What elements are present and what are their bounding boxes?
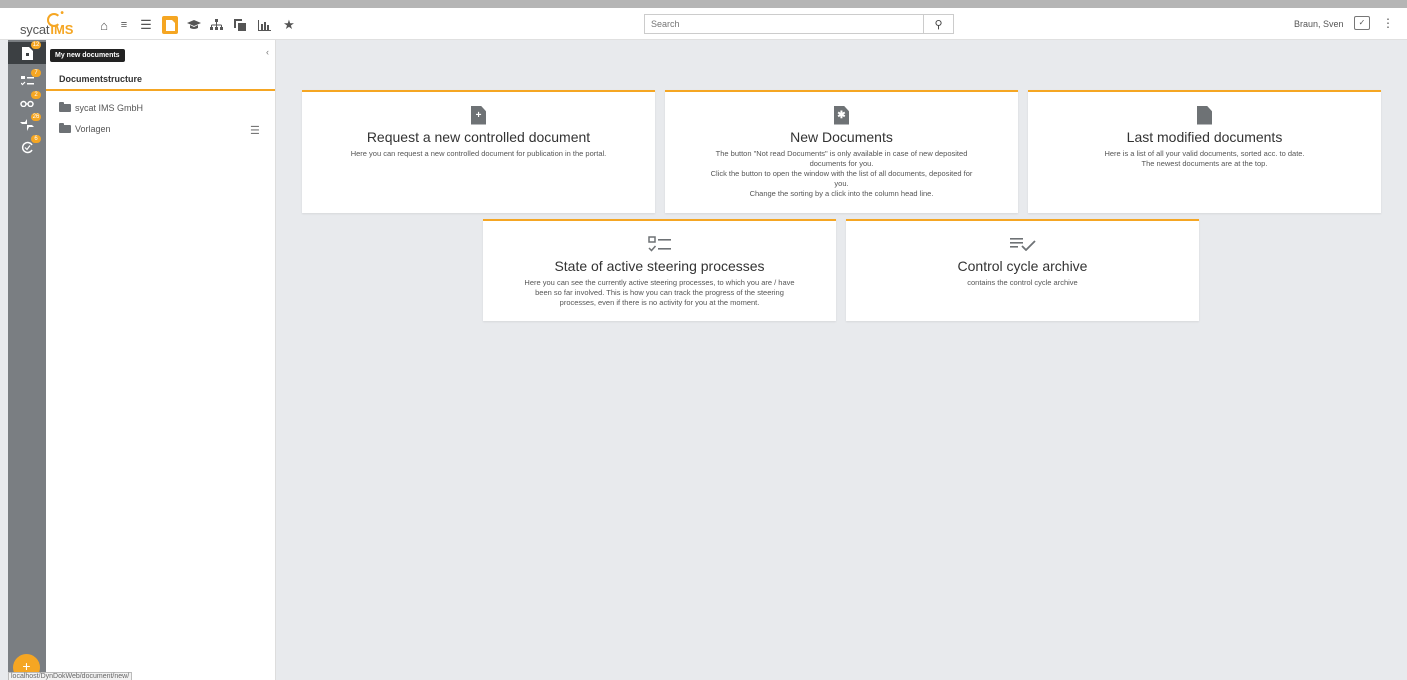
user-name[interactable]: Braun, Sven	[1294, 19, 1344, 29]
folder-label: Vorlagen	[75, 124, 111, 134]
top-bar: sycat IMS ⌂ ≡ ☰ ★ ⚲ Braun, Sven ✓ ⋮	[0, 0, 1407, 40]
document-icon[interactable]	[162, 16, 178, 34]
star-icon[interactable]: ★	[281, 17, 297, 33]
task-list-icon	[20, 76, 34, 86]
left-rail: 12 7 2 26 6	[8, 40, 46, 680]
logo[interactable]: sycat IMS	[20, 8, 73, 37]
tree-folder[interactable]: Vorlagen	[59, 123, 111, 134]
card-description-line: contains the control cycle archive	[967, 278, 1078, 287]
card-description-line: documents for you.	[809, 159, 874, 168]
glasses-icon	[20, 100, 34, 107]
document-tree-panel: ‹ Documentstructure sycat IMS GmbH Vorla…	[46, 40, 276, 680]
tree-folder[interactable]: sycat IMS GmbH	[59, 102, 144, 113]
cycle-icon	[21, 141, 33, 153]
task-list-icon[interactable]: ≡	[116, 17, 132, 33]
card-description-line: Here you can request a new controlled do…	[350, 149, 607, 158]
feedback-icon	[20, 119, 34, 131]
copy-icon[interactable]	[232, 17, 248, 33]
rail-badge: 6	[31, 135, 41, 143]
card-description-line: been so far involved. This is how you ca…	[535, 288, 784, 297]
graduation-cap-icon[interactable]	[186, 17, 202, 33]
tree-heading: Documentstructure	[59, 74, 143, 84]
rail-item-read[interactable]: 2	[8, 91, 46, 114]
card-description: Here is a list of all your valid documen…	[1028, 149, 1381, 169]
card-description: Here you can request a new controlled do…	[302, 149, 655, 159]
tree-heading-underline	[46, 89, 275, 91]
folder-icon	[59, 123, 71, 133]
card-description-line: The button "Not read Documents" is only …	[715, 149, 968, 158]
card-description-line: Click the button to open the window with…	[710, 169, 973, 178]
rail-badge: 2	[31, 91, 41, 99]
folder-icon	[59, 102, 71, 112]
card-description: The button "Not read Documents" is only …	[665, 149, 1018, 199]
card-description-line: Change the sorting by a click into the c…	[749, 189, 934, 198]
card-description-line: processes, even if there is no activity …	[559, 298, 760, 307]
card-new-documents[interactable]: ✱ New Documents The button "Not read Doc…	[665, 90, 1018, 213]
list-check-icon	[846, 233, 1199, 255]
more-vert-icon[interactable]: ⋮	[1382, 16, 1394, 30]
card-description: contains the control cycle archive	[846, 278, 1199, 288]
card-description-line: The newest documents are at the top.	[1141, 159, 1268, 168]
card-title: Request a new controlled document	[366, 129, 591, 145]
card-request-document[interactable]: + Request a new controlled document Here…	[302, 90, 655, 213]
card-control-cycle-archive[interactable]: Control cycle archive contains the contr…	[846, 219, 1199, 321]
collapse-panel-icon[interactable]: ‹	[266, 47, 269, 57]
list-view-icon[interactable]: ☰	[250, 124, 260, 137]
document-new-icon: ✱	[665, 104, 1018, 126]
rail-item-cycle[interactable]: 6	[8, 135, 46, 158]
monitor-icon[interactable]: ✓	[1354, 16, 1370, 30]
rail-badge: 12	[31, 41, 41, 49]
search-input[interactable]	[645, 15, 921, 33]
document-icon	[1028, 104, 1381, 126]
card-title: Control cycle archive	[957, 258, 1088, 274]
rail-item-tasks[interactable]: 7	[8, 69, 46, 92]
card-title: New Documents	[790, 129, 893, 145]
card-description-line: Here you can see the currently active st…	[524, 278, 795, 287]
rail-badge: 26	[31, 113, 41, 121]
folder-label: sycat IMS GmbH	[75, 103, 144, 113]
card-description-line: Here is a list of all your valid documen…	[1104, 149, 1305, 158]
rail-item-feedback[interactable]: 26	[8, 113, 46, 136]
card-steering-processes[interactable]: State of active steering processes Here …	[483, 219, 836, 321]
card-title: Last modified documents	[1126, 129, 1283, 145]
search-icon[interactable]: ⚲	[923, 15, 953, 33]
rail-badge: 7	[31, 69, 41, 77]
new-document-icon	[21, 46, 33, 60]
bar-chart-icon[interactable]	[256, 17, 272, 33]
document-add-icon: +	[302, 104, 655, 126]
status-url: localhost/DynDokWeb/document/new/	[8, 672, 133, 680]
search-box: ⚲	[644, 14, 954, 34]
card-description: Here you can see the currently active st…	[483, 278, 836, 308]
logo-brand: IMS	[47, 8, 73, 37]
org-chart-icon[interactable]	[208, 17, 224, 33]
checklist-icon	[483, 233, 836, 255]
card-description-line: you.	[834, 179, 849, 188]
card-title: State of active steering processes	[554, 258, 765, 274]
tooltip: My new documents	[50, 49, 125, 62]
home-icon[interactable]: ⌂	[96, 17, 112, 33]
rail-item-new-documents[interactable]: 12	[8, 41, 46, 64]
menu-bars-icon[interactable]: ☰	[138, 17, 154, 33]
logo-text: sycat	[20, 22, 50, 37]
card-last-modified[interactable]: Last modified documents Here is a list o…	[1028, 90, 1381, 213]
